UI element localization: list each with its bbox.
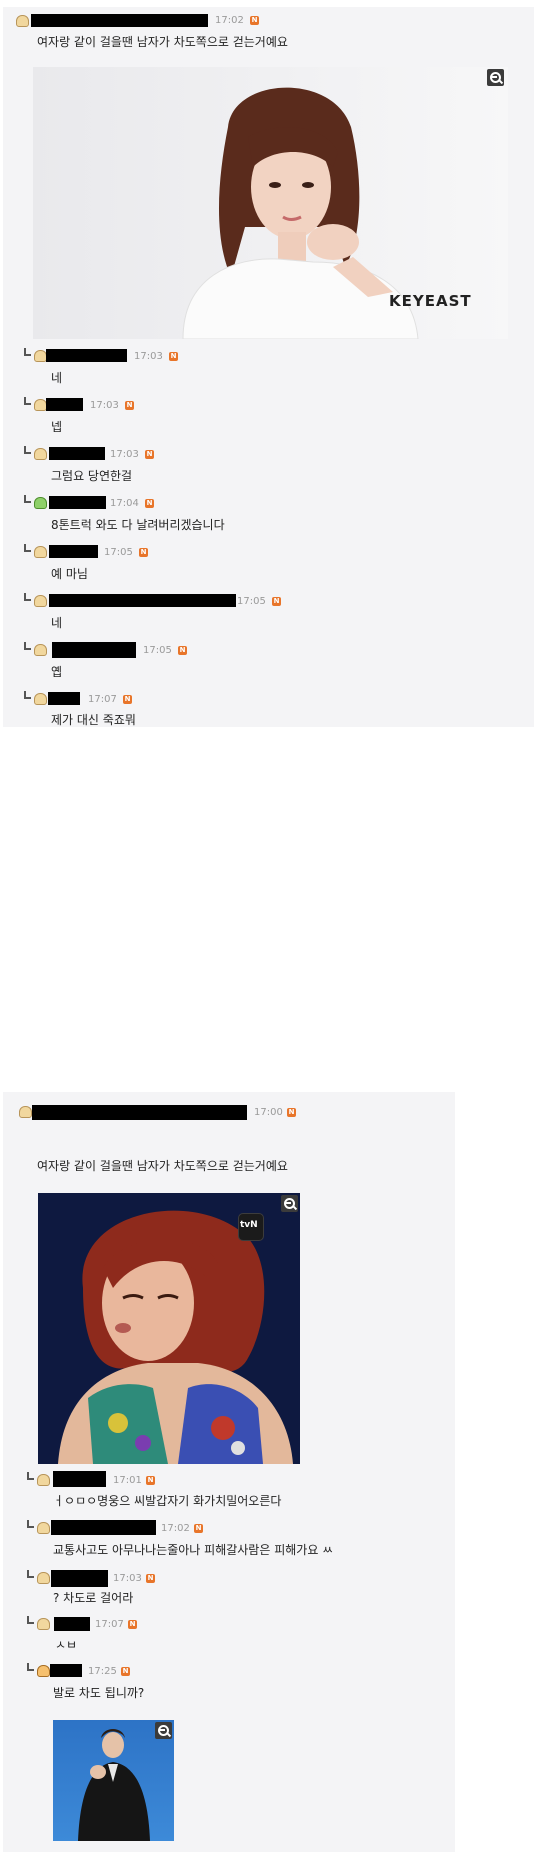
reply-text: 예 마님 — [51, 567, 88, 581]
reply-arrow-icon — [24, 446, 31, 454]
post-image[interactable]: tvN — [38, 1193, 300, 1464]
redacted-username — [54, 1617, 90, 1631]
reply-text: 넵 — [51, 420, 63, 434]
reply-text: 교통사고도 아무나나는줄아나 피해갈사람은 피해가요 ㅆ — [53, 1543, 334, 1557]
reply-arrow-icon — [27, 1616, 34, 1624]
reply-text: ? 차도로 걸어라 — [53, 1591, 134, 1605]
user-avatar-icon[interactable] — [37, 1572, 50, 1584]
post-time: 17:00 — [254, 1107, 283, 1118]
reply-arrow-icon — [24, 397, 31, 405]
reply-text: 네 — [51, 371, 63, 385]
new-badge-icon: N — [250, 16, 259, 25]
user-avatar-icon[interactable] — [34, 644, 47, 656]
user-avatar-icon[interactable] — [37, 1665, 50, 1677]
zoom-in-icon[interactable] — [281, 1195, 298, 1212]
new-badge-icon: N — [128, 1620, 137, 1629]
user-avatar-icon[interactable] — [37, 1618, 50, 1630]
reply-image[interactable] — [53, 1720, 174, 1841]
reply-text: 제가 대신 죽죠뭐 — [51, 713, 136, 727]
user-avatar-icon[interactable] — [16, 15, 29, 27]
redacted-username — [49, 545, 98, 558]
reply-text: 옙 — [51, 665, 63, 679]
comment-thread-1: 17:02 N 여자랑 같이 걸을땐 남자가 차도쪽으로 걷는거예요 KEYEA… — [3, 7, 534, 727]
reply-time: 17:07 — [88, 694, 117, 705]
user-avatar-icon[interactable] — [34, 497, 47, 509]
redacted-username — [52, 642, 136, 658]
post-image[interactable]: KEYEAST — [33, 67, 508, 339]
reply-arrow-icon — [24, 495, 31, 503]
reply-time: 17:01 — [113, 1475, 142, 1486]
reply-time: 17:25 — [88, 1666, 117, 1677]
new-badge-icon: N — [145, 499, 154, 508]
reply-time: 17:03 — [134, 351, 163, 362]
reply-text: 8톤트럭 와도 다 날려버리겠습니다 — [51, 518, 225, 532]
redacted-username — [49, 447, 105, 460]
new-badge-icon: N — [121, 1667, 130, 1676]
user-avatar-icon[interactable] — [34, 595, 47, 607]
redacted-username — [49, 496, 106, 509]
user-avatar-icon[interactable] — [34, 546, 47, 558]
post-text: 여자랑 같이 걸을땐 남자가 차도쪽으로 걷는거예요 — [37, 35, 288, 49]
reply-text: 발로 차도 됩니까? — [53, 1686, 145, 1700]
reply-time: 17:05 — [237, 596, 266, 607]
new-badge-icon: N — [287, 1108, 296, 1117]
reply-text: 그럼요 당연한걸 — [51, 469, 133, 483]
user-avatar-icon[interactable] — [34, 448, 47, 460]
redacted-username — [51, 1520, 156, 1535]
zoom-in-icon[interactable] — [155, 1722, 172, 1739]
image-watermark: KEYEAST — [389, 292, 472, 310]
user-avatar-icon[interactable] — [37, 1474, 50, 1486]
redacted-username — [46, 398, 83, 411]
redacted-username — [46, 349, 127, 362]
reply-time: 17:03 — [113, 1573, 142, 1584]
new-badge-icon: N — [146, 1574, 155, 1583]
post-text: 여자랑 같이 걸을땐 남자가 차도쪽으로 걷는거예요 — [37, 1159, 288, 1173]
reply-time: 17:03 — [110, 449, 139, 460]
reply-arrow-icon — [27, 1663, 34, 1671]
zoom-in-icon[interactable] — [487, 69, 504, 86]
new-badge-icon: N — [194, 1524, 203, 1533]
new-badge-icon: N — [123, 695, 132, 704]
new-badge-icon: N — [178, 646, 187, 655]
reply-text: ㅅㅂ — [55, 1638, 78, 1652]
reply-time: 17:04 — [110, 498, 139, 509]
new-badge-icon: N — [272, 597, 281, 606]
reply-time: 17:07 — [95, 1619, 124, 1630]
new-badge-icon: N — [169, 352, 178, 361]
redacted-username — [31, 14, 208, 27]
new-badge-icon: N — [146, 1476, 155, 1485]
channel-logo-text: tvN — [240, 1220, 258, 1230]
reply-text: ㅓㅇㅁㅇ명웅으 씨발갑자기 화가치밀어오른다 — [53, 1494, 282, 1508]
reply-time: 17:05 — [104, 547, 133, 558]
new-badge-icon: N — [145, 450, 154, 459]
redacted-username — [49, 594, 236, 607]
reply-arrow-icon — [24, 691, 31, 699]
new-badge-icon: N — [139, 548, 148, 557]
user-avatar-icon[interactable] — [37, 1522, 50, 1534]
new-badge-icon: N — [125, 401, 134, 410]
redacted-username — [48, 692, 80, 705]
post-time: 17:02 — [215, 15, 244, 26]
reply-arrow-icon — [24, 642, 31, 650]
reply-arrow-icon — [27, 1472, 34, 1480]
reply-time: 17:03 — [90, 400, 119, 411]
redacted-username — [53, 1471, 106, 1487]
reply-arrow-icon — [24, 544, 31, 552]
reply-arrow-icon — [27, 1570, 34, 1578]
reply-time: 17:02 — [161, 1523, 190, 1534]
redacted-username — [32, 1105, 247, 1120]
reply-text: 네 — [51, 616, 63, 630]
reply-arrow-icon — [27, 1520, 34, 1528]
user-avatar-icon[interactable] — [34, 693, 47, 705]
comment-thread-2: 17:00 N 여자랑 같이 걸을땐 남자가 차도쪽으로 걷는거예요 tvN 1… — [3, 1092, 455, 1852]
user-avatar-icon[interactable] — [19, 1106, 32, 1118]
reply-arrow-icon — [24, 593, 31, 601]
reply-arrow-icon — [24, 348, 31, 356]
reply-time: 17:05 — [143, 645, 172, 656]
redacted-username — [50, 1664, 82, 1677]
redacted-username — [51, 1570, 108, 1587]
